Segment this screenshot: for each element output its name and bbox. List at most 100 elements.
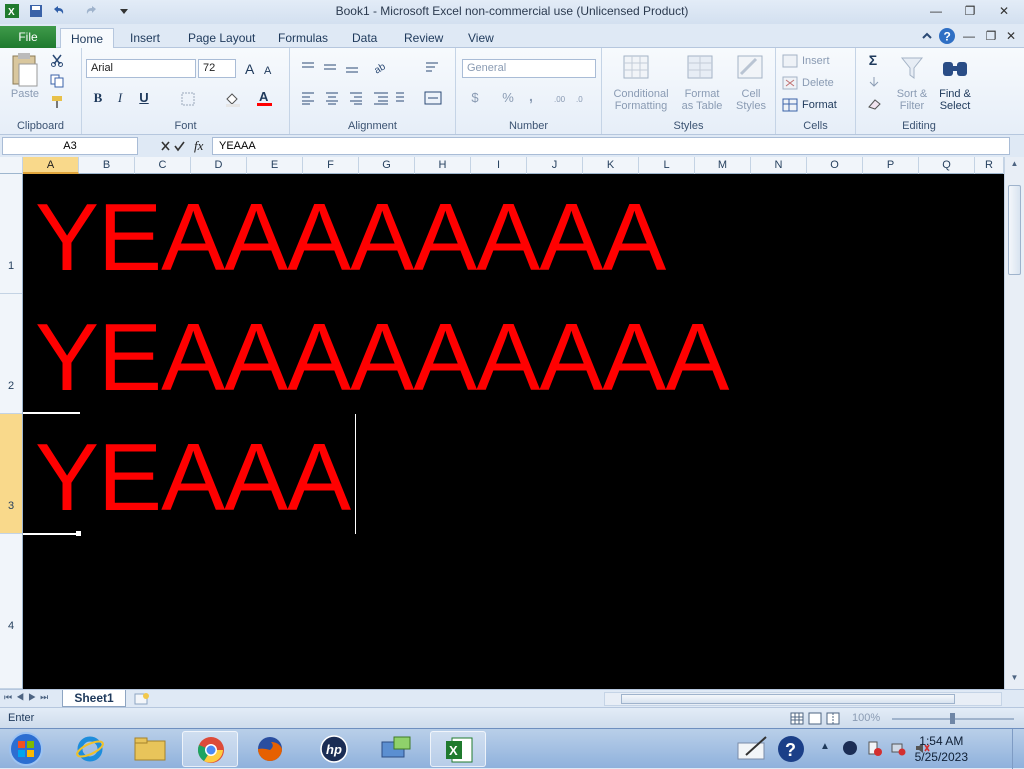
sort-filter-button[interactable]: Sort & Filter [892, 88, 932, 112]
horizontal-scroll-thumb[interactable] [621, 694, 955, 704]
taskbar-firefox[interactable] [242, 731, 298, 767]
collapse-ribbon-icon[interactable] [920, 29, 934, 43]
sheet-tab-sheet1[interactable]: Sheet1 [62, 690, 126, 707]
network-icon[interactable] [890, 740, 906, 756]
font-color-icon[interactable]: A [256, 89, 274, 107]
tab-formulas[interactable]: Formulas [268, 28, 338, 48]
vertical-scrollbar[interactable]: ▲ ▼ [1004, 157, 1024, 689]
tab-review[interactable]: Review [394, 28, 453, 48]
minimize-button[interactable]: — [922, 2, 950, 20]
column-header[interactable]: H [415, 157, 471, 174]
insert-function-button[interactable]: fx [194, 138, 203, 154]
tab-view[interactable]: View [458, 28, 504, 48]
currency-button[interactable]: $ [468, 90, 482, 105]
column-header[interactable]: G [359, 157, 415, 174]
column-header[interactable]: R [975, 157, 1004, 174]
zoom-slider-knob[interactable] [950, 713, 955, 724]
insert-cells-icon[interactable] [782, 54, 798, 68]
grow-shrink-font-icon[interactable]: AA [244, 60, 278, 76]
tab-home[interactable]: Home [60, 28, 115, 49]
find-select-icon[interactable] [940, 54, 970, 82]
sheet-nav-icons[interactable]: ⏮◀▶⏭ [4, 692, 52, 703]
zoom-level[interactable]: 100% [852, 712, 880, 724]
tab-data[interactable]: Data [342, 28, 387, 48]
help-support-icon[interactable]: ? [776, 734, 806, 764]
taskbar-hp[interactable]: hp [306, 731, 362, 767]
cell-a3[interactable]: YEAAA [35, 430, 351, 526]
start-button-icon[interactable] [6, 731, 46, 767]
column-header[interactable]: E [247, 157, 303, 174]
vertical-scroll-thumb[interactable] [1008, 185, 1021, 275]
wrap-text-icon[interactable] [424, 60, 440, 76]
doc-restore-button[interactable]: ❐ [980, 27, 1002, 45]
format-as-table-button[interactable]: Format as Table [674, 88, 730, 112]
column-header[interactable]: C [135, 157, 191, 174]
show-desktop-button[interactable] [1012, 729, 1024, 769]
system-clock[interactable]: 1:54 AM 5/25/2023 [915, 733, 968, 765]
doc-close-button[interactable]: ✕ [1000, 27, 1022, 45]
doc-minimize-button[interactable]: — [958, 27, 980, 45]
borders-icon[interactable] [180, 91, 196, 107]
column-header[interactable]: L [639, 157, 695, 174]
sort-filter-icon[interactable] [898, 54, 926, 82]
column-header[interactable]: B [79, 157, 135, 174]
find-select-button[interactable]: Find & Select [934, 88, 976, 112]
merge-center-icon[interactable] [424, 91, 442, 105]
column-header[interactable]: N [751, 157, 807, 174]
row-header[interactable]: 1 [0, 174, 22, 294]
pen-input-icon[interactable] [736, 735, 770, 763]
taskbar-excel[interactable]: X [430, 731, 486, 767]
clear-icon[interactable] [866, 97, 882, 111]
column-header[interactable]: A [23, 157, 79, 174]
cell-styles-icon[interactable] [736, 54, 766, 82]
help-icon[interactable]: ? [938, 27, 956, 45]
close-button[interactable]: ✕ [990, 2, 1018, 20]
bold-button[interactable]: B [90, 90, 106, 106]
horizontal-align-icons[interactable] [300, 91, 404, 105]
percent-button[interactable]: % [500, 90, 516, 105]
column-header[interactable]: F [303, 157, 359, 174]
format-cells-button[interactable]: Format [802, 99, 854, 111]
column-header[interactable]: O [807, 157, 863, 174]
copy-icon[interactable] [50, 74, 64, 88]
worksheet-grid[interactable]: YEAAAAAAAA YEAAAAAAAAA YEAAA [23, 174, 1004, 689]
conditional-formatting-icon[interactable] [622, 54, 652, 82]
taskbar-explorer[interactable] [122, 731, 178, 767]
cut-icon[interactable] [50, 53, 64, 67]
font-size-select[interactable]: 72 [198, 59, 236, 78]
delete-cells-button[interactable]: Delete [802, 77, 846, 89]
row-header[interactable]: 4 [0, 534, 22, 689]
horizontal-scrollbar[interactable] [604, 692, 1002, 706]
tab-insert[interactable]: Insert [120, 28, 170, 48]
format-painter-icon[interactable] [50, 95, 66, 109]
tab-file[interactable]: File [0, 26, 56, 48]
select-all-corner[interactable] [0, 157, 23, 174]
delete-cells-icon[interactable] [782, 76, 798, 90]
format-cells-icon[interactable] [782, 98, 798, 112]
restore-button[interactable]: ❐ [956, 2, 984, 20]
fill-color-icon[interactable] [224, 91, 242, 107]
view-mode-icons[interactable] [790, 712, 842, 726]
autosum-icon[interactable]: Σ [866, 52, 880, 68]
cell-a2[interactable]: YEAAAAAAAAA [35, 310, 729, 406]
hp-tray-icon[interactable] [842, 740, 858, 756]
column-header[interactable]: I [471, 157, 527, 174]
column-header[interactable]: Q [919, 157, 975, 174]
underline-button[interactable]: U [136, 90, 152, 105]
taskbar-remote[interactable] [368, 731, 424, 767]
paste-button[interactable]: Paste [8, 88, 42, 100]
fill-icon[interactable] [866, 75, 882, 89]
vertical-align-icons[interactable] [300, 60, 360, 74]
insert-sheet-icon[interactable] [134, 692, 150, 706]
comma-button[interactable]: , [526, 88, 536, 104]
column-header[interactable]: P [863, 157, 919, 174]
taskbar-chrome[interactable] [182, 731, 238, 767]
number-format-select[interactable]: General [462, 59, 596, 78]
scroll-up-icon[interactable]: ▲ [1008, 159, 1021, 173]
conditional-formatting-button[interactable]: Conditional Formatting [606, 88, 676, 112]
font-name-select[interactable]: Arial [86, 59, 196, 78]
row-header[interactable]: 3 [0, 414, 22, 534]
name-box[interactable]: A3 [2, 137, 138, 155]
decimal-icons[interactable]: .00 .0 [554, 91, 594, 105]
format-as-table-icon[interactable] [686, 54, 716, 82]
